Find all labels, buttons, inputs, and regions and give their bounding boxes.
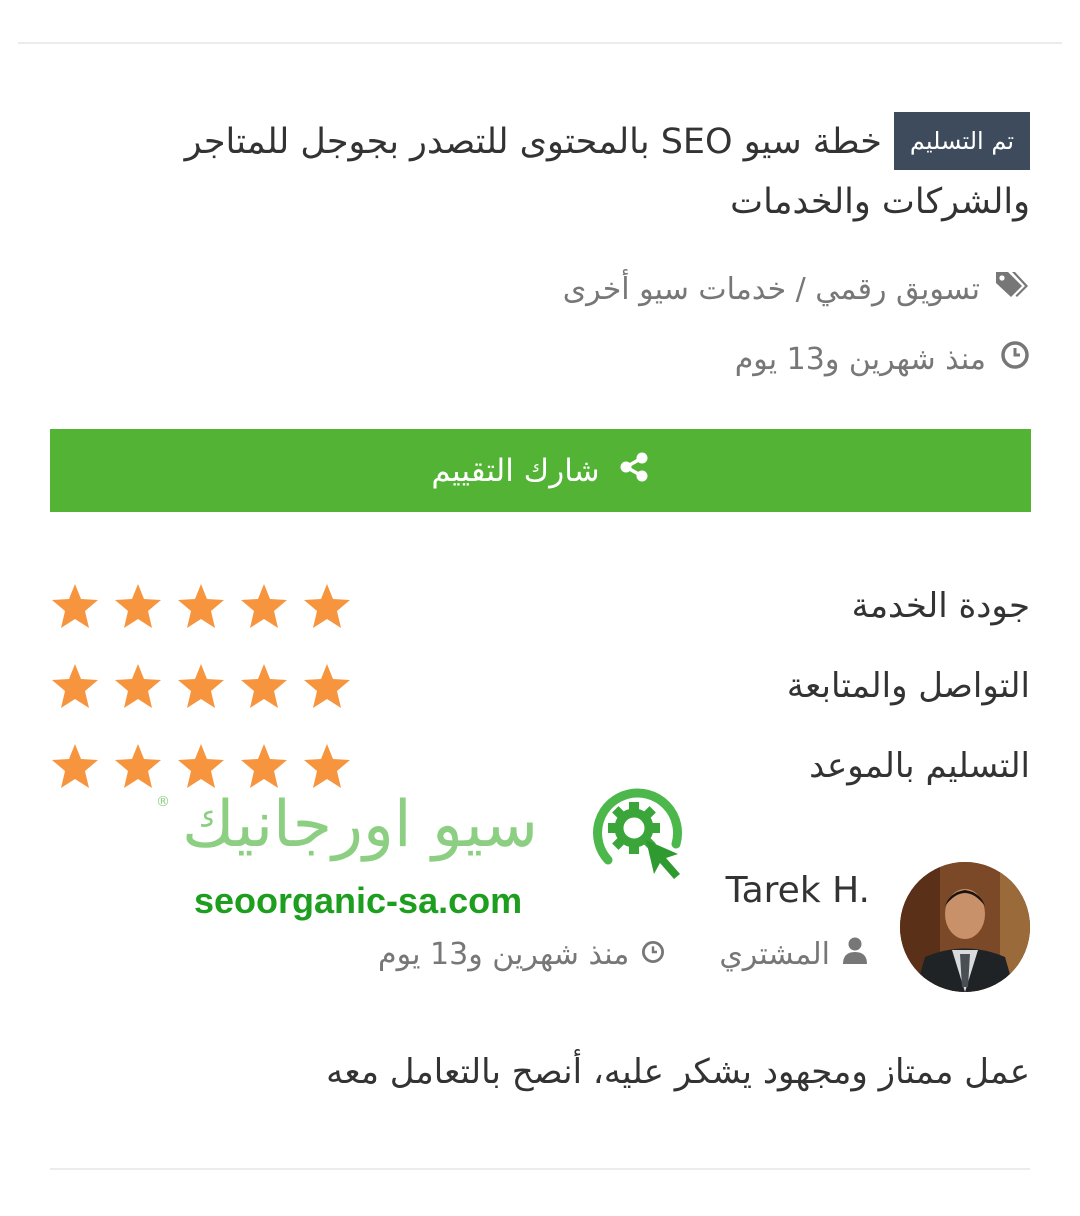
star-icon [115,664,161,708]
rating-row-communication: التواصل والمتابعة [50,656,1030,716]
star-rating [50,662,352,710]
watermark-url: seoorganic-sa.com [194,880,523,921]
star-icon [52,584,98,628]
tags-icon [994,270,1030,308]
review-comment: عمل ممتاز ومجهود يشكر عليه، أنصح بالتعام… [326,1052,1030,1092]
user-icon [842,936,868,972]
clock-icon [641,937,665,972]
star-icon [178,584,224,628]
review-card: تم التسليمخطة سيو SEO بالمحتوى للتصدر بج… [0,0,1080,1216]
rating-row-delivery: التسليم بالموعد [50,736,1030,796]
category-row: تسويق رقمي / خدمات سيو أخرى [563,270,1030,308]
reviewer-meta: المشتري منذ شهرين و13 يوم [378,936,868,972]
star-icon [178,744,224,788]
watermark-brand: سيو اورجانيك [181,788,539,862]
star-icon [304,664,350,708]
status-badge: تم التسليم [893,112,1030,170]
bottom-divider [50,1168,1030,1170]
star-icon [52,744,98,788]
rating-row-quality: جودة الخدمة [50,576,1030,636]
share-icon [618,451,650,491]
star-icon [115,584,161,628]
star-icon [52,664,98,708]
reviewer-role: المشتري [719,936,830,972]
order-time: منذ شهرين و13 يوم [734,341,986,377]
share-label: شارك التقييم [431,452,600,489]
rating-label: التسليم بالموعد [809,746,1030,786]
review-time: منذ شهرين و13 يوم [378,936,630,972]
star-icon [304,584,350,628]
logo-gear-icon [588,782,688,886]
star-rating [50,582,352,630]
star-icon [241,584,287,628]
star-icon [241,744,287,788]
rating-label: التواصل والمتابعة [786,666,1030,706]
star-icon [115,744,161,788]
order-title-block: تم التسليمخطة سيو SEO بالمحتوى للتصدر بج… [50,112,1030,232]
registered-mark: ® [156,794,170,810]
star-icon [178,664,224,708]
category-link[interactable]: تسويق رقمي / خدمات سيو أخرى [563,272,980,307]
star-icon [304,744,350,788]
clock-icon [1000,340,1030,378]
watermark: ® سيو اورجانيك seoorganic-sa.com [150,780,710,930]
star-icon [241,664,287,708]
rating-label: جودة الخدمة [851,586,1030,626]
top-divider [18,42,1062,44]
avatar[interactable] [900,862,1030,992]
share-rating-button[interactable]: شارك التقييم [50,429,1031,512]
reviewer-name[interactable]: Tarek H. [726,870,870,911]
order-time-row: منذ شهرين و13 يوم [735,340,1030,378]
star-rating [50,742,352,790]
